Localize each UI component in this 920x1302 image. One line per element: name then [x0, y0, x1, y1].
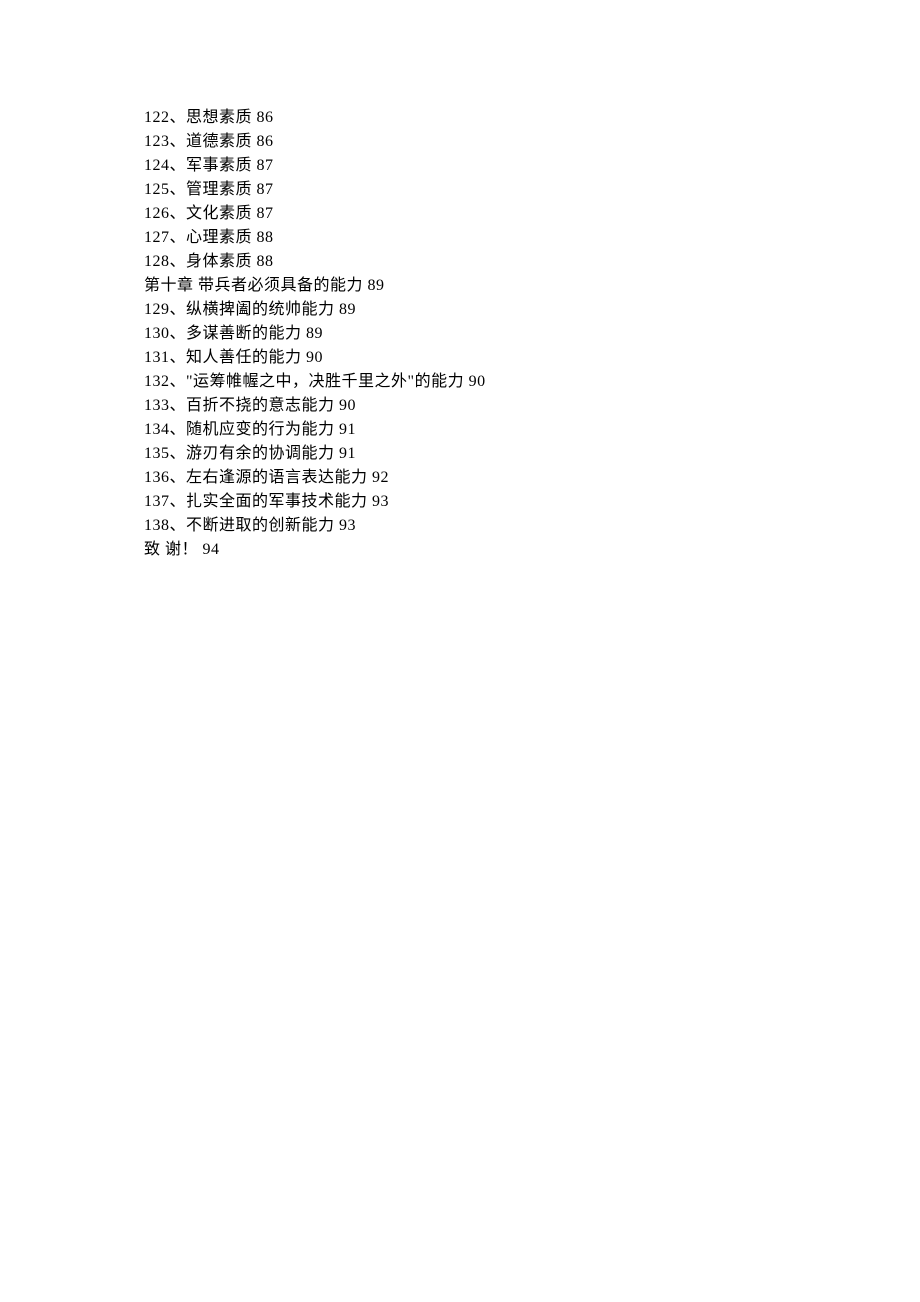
toc-line: 128、身体素质 88: [144, 250, 920, 274]
toc-line: 127、心理素质 88: [144, 226, 920, 250]
toc-line: 138、不断进取的创新能力 93: [144, 514, 920, 538]
toc-line: 137、扎实全面的军事技术能力 93: [144, 490, 920, 514]
toc-line: 131、知人善任的能力 90: [144, 346, 920, 370]
toc-line: 125、管理素质 87: [144, 178, 920, 202]
toc-line: 132、"运筹帷幄之中，决胜千里之外"的能力 90: [144, 370, 920, 394]
toc-content: 122、思想素质 86 123、道德素质 86 124、军事素质 87 125、…: [0, 0, 920, 562]
toc-line: 135、游刃有余的协调能力 91: [144, 442, 920, 466]
toc-line: 134、随机应变的行为能力 91: [144, 418, 920, 442]
toc-line: 136、左右逢源的语言表达能力 92: [144, 466, 920, 490]
toc-line: 致 谢！ 94: [144, 538, 920, 562]
toc-line: 130、多谋善断的能力 89: [144, 322, 920, 346]
toc-line: 122、思想素质 86: [144, 106, 920, 130]
toc-line: 124、军事素质 87: [144, 154, 920, 178]
toc-line: 123、道德素质 86: [144, 130, 920, 154]
toc-line: 126、文化素质 87: [144, 202, 920, 226]
toc-line: 第十章 带兵者必须具备的能力 89: [144, 274, 920, 298]
toc-line: 133、百折不挠的意志能力 90: [144, 394, 920, 418]
toc-line: 129、纵横捭阖的统帅能力 89: [144, 298, 920, 322]
